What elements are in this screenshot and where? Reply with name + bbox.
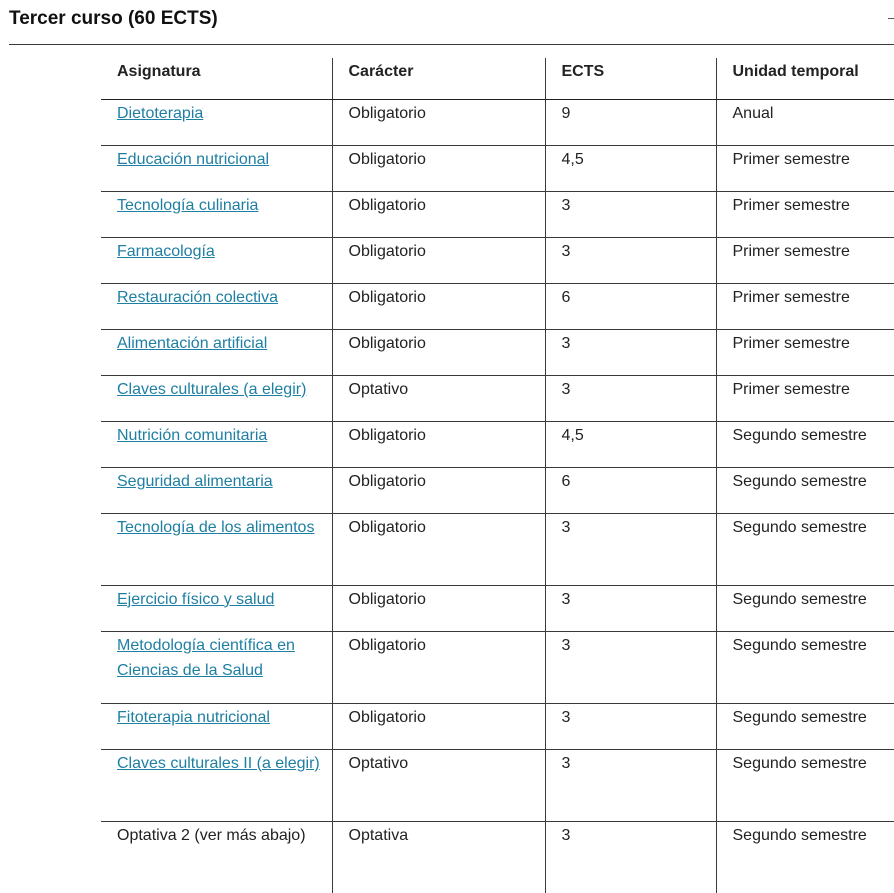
- column-header-type: Carácter: [331, 58, 545, 100]
- course-table: Asignatura Carácter ECTS Unidad temporal…: [101, 58, 894, 893]
- table-row: Educación nutricional Obligatorio 4,5 Pr…: [101, 145, 894, 192]
- subject-text: Optativa 2 (ver más abajo): [117, 826, 306, 844]
- subject-link[interactable]: Claves culturales (a elegir): [117, 381, 306, 398]
- subject-link[interactable]: Fitoterapia nutricional: [117, 709, 270, 726]
- subject-cell: Tecnología culinaria: [101, 191, 332, 238]
- subject-cell: Nutrición comunitaria: [101, 421, 332, 468]
- type-cell: Obligatorio: [331, 585, 545, 632]
- subject-link[interactable]: Tecnología culinaria: [117, 197, 258, 214]
- term-cell: Segundo semestre: [715, 513, 894, 586]
- subject-cell: Ejercicio físico y salud: [101, 585, 332, 632]
- ects-cell: 4,5: [544, 421, 716, 468]
- column-header-ects: ECTS: [544, 58, 716, 100]
- table-row: Ejercicio físico y salud Obligatorio 3 S…: [101, 585, 894, 632]
- subject-cell: Fitoterapia nutricional: [101, 703, 332, 750]
- table-row: Alimentación artificial Obligatorio 3 Pr…: [101, 329, 894, 376]
- table-row: Farmacología Obligatorio 3 Primer semest…: [101, 237, 894, 284]
- subject-link[interactable]: Nutrición comunitaria: [117, 427, 267, 444]
- term-cell: Segundo semestre: [715, 749, 894, 822]
- type-cell: Obligatorio: [331, 421, 545, 468]
- ects-cell: 3: [544, 703, 716, 750]
- term-cell: Primer semestre: [715, 283, 894, 330]
- type-cell: Obligatorio: [331, 237, 545, 284]
- ects-cell: 3: [544, 513, 716, 586]
- term-cell: Primer semestre: [715, 191, 894, 238]
- section-header: Tercer curso (60 ECTS): [9, 0, 894, 45]
- table-row: Metodología científica en Ciencias de la…: [101, 631, 894, 704]
- ects-cell: 3: [544, 375, 716, 422]
- type-cell: Obligatorio: [331, 467, 545, 514]
- subject-cell: Claves culturales II (a elegir): [101, 749, 332, 822]
- column-header-subject: Asignatura: [101, 58, 332, 100]
- subject-link[interactable]: Claves culturales II (a elegir): [117, 755, 320, 772]
- subject-link[interactable]: Tecnología de los alimentos: [117, 519, 314, 536]
- table-row: Seguridad alimentaria Obligatorio 6 Segu…: [101, 467, 894, 514]
- ects-cell: 3: [544, 585, 716, 632]
- term-cell: Segundo semestre: [715, 421, 894, 468]
- ects-cell: 3: [544, 237, 716, 284]
- ects-cell: 3: [544, 329, 716, 376]
- table-row: Claves culturales II (a elegir) Optativo…: [101, 749, 894, 822]
- type-cell: Obligatorio: [331, 99, 545, 146]
- subject-link[interactable]: Metodología científica en Ciencias de la…: [117, 637, 295, 679]
- table-header-row: Asignatura Carácter ECTS Unidad temporal: [101, 58, 894, 100]
- term-cell: Primer semestre: [715, 329, 894, 376]
- subject-cell: Educación nutricional: [101, 145, 332, 192]
- table-row: Tecnología de los alimentos Obligatorio …: [101, 513, 894, 586]
- type-cell: Obligatorio: [331, 145, 545, 192]
- ects-cell: 4,5: [544, 145, 716, 192]
- table-row: Fitoterapia nutricional Obligatorio 3 Se…: [101, 703, 894, 750]
- collapse-toggle-icon[interactable]: [888, 18, 894, 19]
- type-cell: Obligatorio: [331, 329, 545, 376]
- table-row: Optativa 2 (ver más abajo) Optativa 3 Se…: [101, 821, 894, 893]
- type-cell: Obligatorio: [331, 513, 545, 586]
- subject-link[interactable]: Educación nutricional: [117, 151, 269, 168]
- subject-cell: Farmacología: [101, 237, 332, 284]
- subject-link[interactable]: Restauración colectiva: [117, 289, 278, 306]
- table-row: Dietoterapia Obligatorio 9 Anual: [101, 99, 894, 146]
- subject-cell: Tecnología de los alimentos: [101, 513, 332, 586]
- subject-link[interactable]: Farmacología: [117, 243, 215, 260]
- subject-link[interactable]: Ejercicio físico y salud: [117, 591, 274, 608]
- type-cell: Obligatorio: [331, 283, 545, 330]
- term-cell: Primer semestre: [715, 237, 894, 284]
- table-row: Restauración colectiva Obligatorio 6 Pri…: [101, 283, 894, 330]
- subject-cell: Metodología científica en Ciencias de la…: [101, 631, 332, 704]
- subject-cell: Restauración colectiva: [101, 283, 332, 330]
- type-cell: Obligatorio: [331, 631, 545, 704]
- subject-link[interactable]: Alimentación artificial: [117, 335, 267, 352]
- table-row: Claves culturales (a elegir) Optativo 3 …: [101, 375, 894, 422]
- subject-cell: Claves culturales (a elegir): [101, 375, 332, 422]
- term-cell: Segundo semestre: [715, 467, 894, 514]
- term-cell: Segundo semestre: [715, 821, 894, 893]
- term-cell: Segundo semestre: [715, 703, 894, 750]
- subject-link[interactable]: Dietoterapia: [117, 105, 203, 122]
- subject-link[interactable]: Seguridad alimentaria: [117, 473, 273, 490]
- ects-cell: 6: [544, 283, 716, 330]
- subject-cell: Dietoterapia: [101, 99, 332, 146]
- column-header-term: Unidad temporal: [715, 58, 894, 100]
- term-cell: Segundo semestre: [715, 585, 894, 632]
- table-row: Tecnología culinaria Obligatorio 3 Prime…: [101, 191, 894, 238]
- type-cell: Obligatorio: [331, 703, 545, 750]
- ects-cell: 3: [544, 821, 716, 893]
- type-cell: Optativo: [331, 749, 545, 822]
- subject-cell: Optativa 2 (ver más abajo): [101, 821, 332, 893]
- type-cell: Obligatorio: [331, 191, 545, 238]
- section-title: Tercer curso (60 ECTS): [9, 8, 218, 29]
- type-cell: Optativo: [331, 375, 545, 422]
- term-cell: Anual: [715, 99, 894, 146]
- ects-cell: 3: [544, 749, 716, 822]
- table-row: Nutrición comunitaria Obligatorio 4,5 Se…: [101, 421, 894, 468]
- term-cell: Segundo semestre: [715, 631, 894, 704]
- ects-cell: 3: [544, 631, 716, 704]
- ects-cell: 9: [544, 99, 716, 146]
- term-cell: Primer semestre: [715, 145, 894, 192]
- subject-cell: Seguridad alimentaria: [101, 467, 332, 514]
- ects-cell: 6: [544, 467, 716, 514]
- term-cell: Primer semestre: [715, 375, 894, 422]
- ects-cell: 3: [544, 191, 716, 238]
- subject-cell: Alimentación artificial: [101, 329, 332, 376]
- type-cell: Optativa: [331, 821, 545, 893]
